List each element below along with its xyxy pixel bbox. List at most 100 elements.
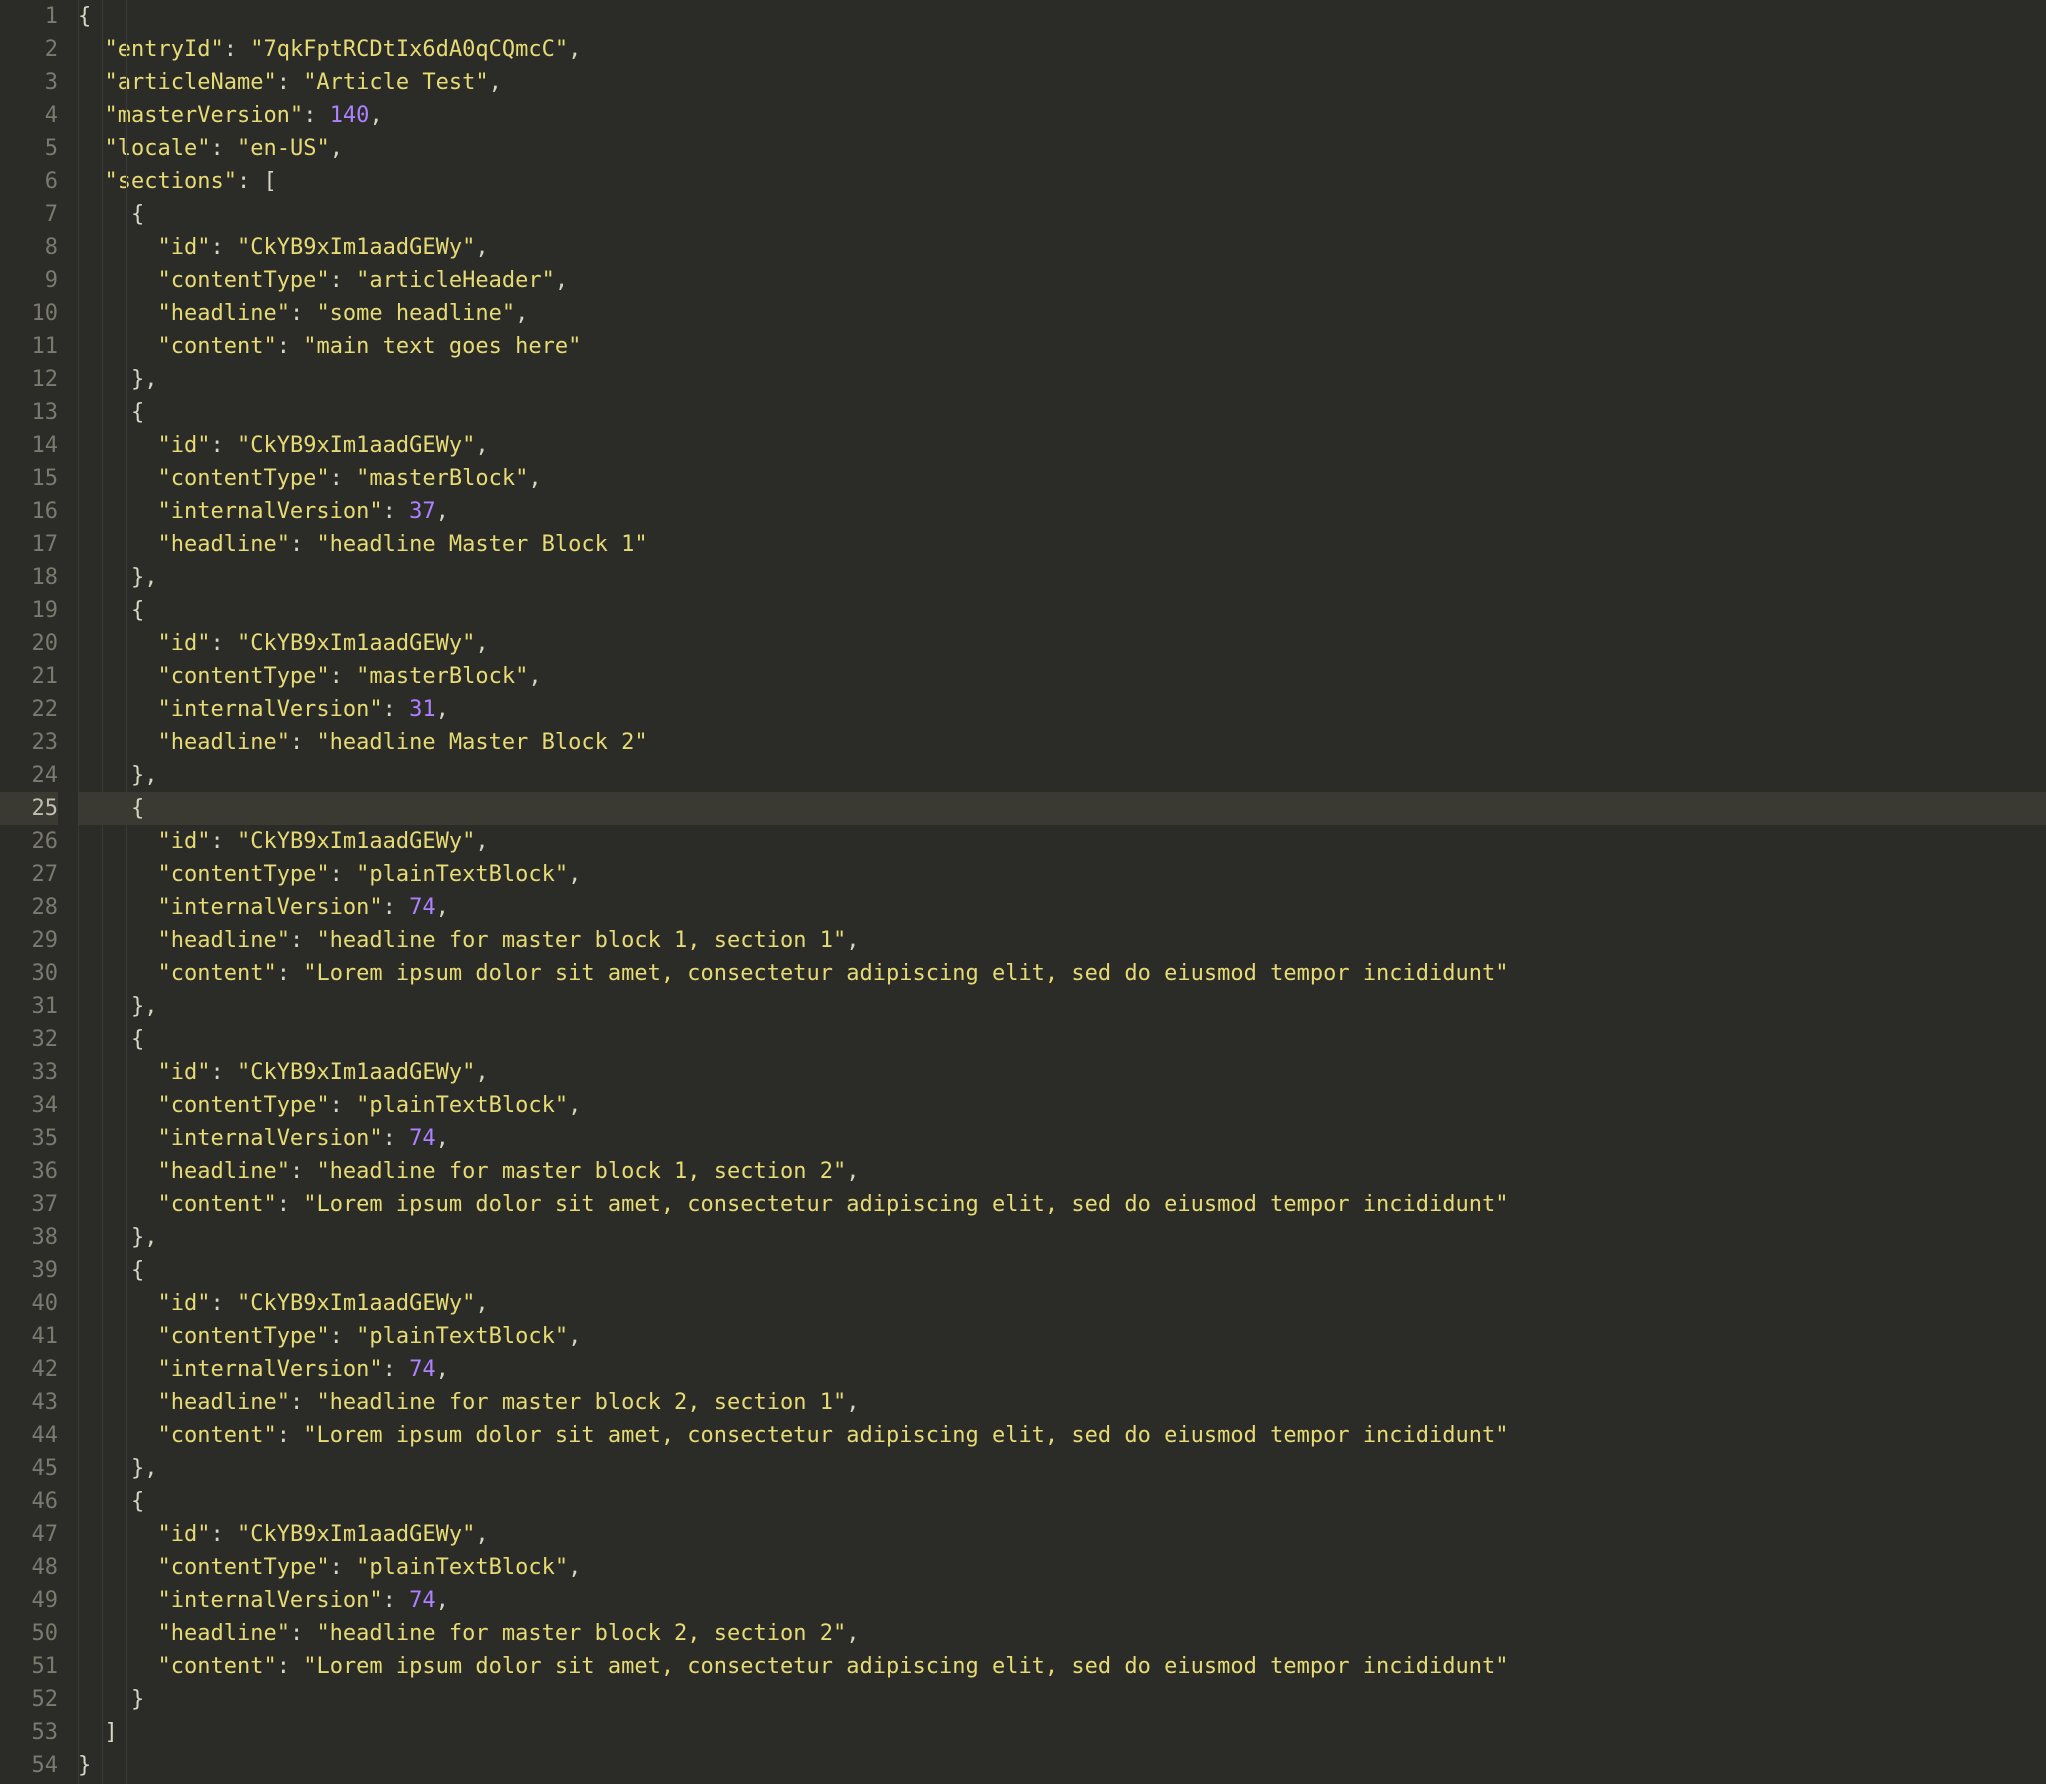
line-number[interactable]: 49 (0, 1584, 58, 1617)
line-number[interactable]: 43 (0, 1386, 58, 1419)
line-number[interactable]: 39 (0, 1254, 58, 1287)
code-line[interactable]: "headline": "headline for master block 2… (78, 1386, 2046, 1419)
line-number[interactable]: 8 (0, 231, 58, 264)
line-number[interactable]: 34 (0, 1089, 58, 1122)
code-line[interactable]: "id": "CkYB9xIm1aadGEWy", (78, 429, 2046, 462)
code-line[interactable]: "contentType": "masterBlock", (78, 660, 2046, 693)
line-number[interactable]: 13 (0, 396, 58, 429)
line-number[interactable]: 12 (0, 363, 58, 396)
code-line[interactable]: } (78, 1749, 2046, 1782)
line-number[interactable]: 17 (0, 528, 58, 561)
line-number[interactable]: 31 (0, 990, 58, 1023)
line-number[interactable]: 14 (0, 429, 58, 462)
line-number[interactable]: 10 (0, 297, 58, 330)
code-line[interactable]: "id": "CkYB9xIm1aadGEWy", (78, 1287, 2046, 1320)
code-line[interactable]: "id": "CkYB9xIm1aadGEWy", (78, 231, 2046, 264)
code-line[interactable]: "headline": "headline Master Block 2" (78, 726, 2046, 759)
line-number[interactable]: 36 (0, 1155, 58, 1188)
line-number[interactable]: 2 (0, 33, 58, 66)
code-line[interactable]: { (78, 396, 2046, 429)
line-number[interactable]: 53 (0, 1716, 58, 1749)
line-number[interactable]: 46 (0, 1485, 58, 1518)
line-number[interactable]: 21 (0, 660, 58, 693)
line-number[interactable]: 54 (0, 1749, 58, 1782)
line-number[interactable]: 24 (0, 759, 58, 792)
line-number[interactable]: 51 (0, 1650, 58, 1683)
line-number[interactable]: 11 (0, 330, 58, 363)
code-line[interactable]: "internalVersion": 74, (78, 1353, 2046, 1386)
code-line[interactable]: "headline": "headline Master Block 1" (78, 528, 2046, 561)
code-line[interactable]: "sections": [ (78, 165, 2046, 198)
code-line[interactable]: "id": "CkYB9xIm1aadGEWy", (78, 1056, 2046, 1089)
line-number[interactable]: 6 (0, 165, 58, 198)
line-number[interactable]: 20 (0, 627, 58, 660)
code-line[interactable]: { (78, 594, 2046, 627)
code-line[interactable]: "entryId": "7qkFptRCDtIx6dA0qCQmcC", (78, 33, 2046, 66)
code-line[interactable]: "internalVersion": 37, (78, 495, 2046, 528)
line-number[interactable]: 25 (0, 792, 58, 825)
line-number[interactable]: 52 (0, 1683, 58, 1716)
code-line[interactable]: { (78, 198, 2046, 231)
code-line[interactable]: "headline": "headline for master block 2… (78, 1617, 2046, 1650)
line-number[interactable]: 9 (0, 264, 58, 297)
code-line[interactable]: { (78, 1254, 2046, 1287)
code-line[interactable]: }, (78, 1452, 2046, 1485)
line-number[interactable]: 3 (0, 66, 58, 99)
line-number[interactable]: 28 (0, 891, 58, 924)
code-line[interactable]: "contentType": "masterBlock", (78, 462, 2046, 495)
code-line[interactable]: "headline": "headline for master block 1… (78, 1155, 2046, 1188)
code-content-area[interactable]: { "entryId": "7qkFptRCDtIx6dA0qCQmcC", "… (72, 0, 2046, 1784)
line-number[interactable]: 32 (0, 1023, 58, 1056)
code-line[interactable]: }, (78, 759, 2046, 792)
code-line[interactable]: "id": "CkYB9xIm1aadGEWy", (78, 627, 2046, 660)
code-line[interactable]: "contentType": "plainTextBlock", (78, 858, 2046, 891)
line-number[interactable]: 27 (0, 858, 58, 891)
line-number[interactable]: 30 (0, 957, 58, 990)
code-line[interactable]: "content": "Lorem ipsum dolor sit amet, … (78, 1419, 2046, 1452)
line-number[interactable]: 50 (0, 1617, 58, 1650)
code-line[interactable]: "headline": "headline for master block 1… (78, 924, 2046, 957)
line-number[interactable]: 5 (0, 132, 58, 165)
line-number[interactable]: 37 (0, 1188, 58, 1221)
code-line[interactable]: "id": "CkYB9xIm1aadGEWy", (78, 825, 2046, 858)
line-number[interactable]: 35 (0, 1122, 58, 1155)
code-line[interactable]: { (78, 0, 2046, 33)
code-line[interactable]: } (78, 1683, 2046, 1716)
line-number[interactable]: 19 (0, 594, 58, 627)
line-number-gutter[interactable]: 1234567891011121314151617181920212223242… (0, 0, 72, 1784)
line-number[interactable]: 48 (0, 1551, 58, 1584)
line-number[interactable]: 29 (0, 924, 58, 957)
line-number[interactable]: 18 (0, 561, 58, 594)
code-line[interactable]: "id": "CkYB9xIm1aadGEWy", (78, 1518, 2046, 1551)
code-line[interactable]: ] (78, 1716, 2046, 1749)
line-number[interactable]: 15 (0, 462, 58, 495)
code-line[interactable]: "masterVersion": 140, (78, 99, 2046, 132)
line-number[interactable]: 4 (0, 99, 58, 132)
code-line[interactable]: "contentType": "plainTextBlock", (78, 1089, 2046, 1122)
code-line[interactable]: }, (78, 363, 2046, 396)
line-number[interactable]: 40 (0, 1287, 58, 1320)
line-number[interactable]: 1 (0, 0, 58, 33)
code-line[interactable]: "internalVersion": 74, (78, 1584, 2046, 1617)
line-number[interactable]: 16 (0, 495, 58, 528)
line-number[interactable]: 42 (0, 1353, 58, 1386)
line-number[interactable]: 23 (0, 726, 58, 759)
code-line[interactable]: "internalVersion": 74, (78, 1122, 2046, 1155)
code-line[interactable]: { (78, 1023, 2046, 1056)
code-line[interactable]: "internalVersion": 74, (78, 891, 2046, 924)
code-line[interactable]: "contentType": "plainTextBlock", (78, 1320, 2046, 1353)
line-number[interactable]: 41 (0, 1320, 58, 1353)
line-number[interactable]: 38 (0, 1221, 58, 1254)
code-line[interactable]: "headline": "some headline", (78, 297, 2046, 330)
line-number[interactable]: 44 (0, 1419, 58, 1452)
code-line[interactable]: "content": "main text goes here" (78, 330, 2046, 363)
line-number[interactable]: 7 (0, 198, 58, 231)
code-line[interactable]: }, (78, 1221, 2046, 1254)
code-line[interactable]: "articleName": "Article Test", (78, 66, 2046, 99)
line-number[interactable]: 22 (0, 693, 58, 726)
code-editor[interactable]: 1234567891011121314151617181920212223242… (0, 0, 2046, 1784)
code-line[interactable]: "locale": "en-US", (78, 132, 2046, 165)
code-line[interactable]: }, (78, 990, 2046, 1023)
line-number[interactable]: 47 (0, 1518, 58, 1551)
line-number[interactable]: 45 (0, 1452, 58, 1485)
